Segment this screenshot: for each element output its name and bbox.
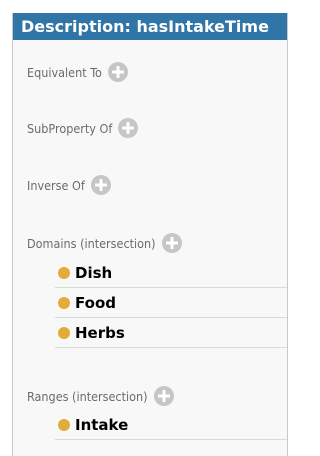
range-item-intake[interactable]: Intake (55, 410, 287, 440)
section-label: Inverse Of (27, 177, 85, 193)
section-label: SubProperty Of (27, 120, 113, 136)
domain-item-food[interactable]: Food (55, 288, 287, 318)
add-inverse-of-button[interactable] (90, 175, 111, 195)
plus-icon (122, 122, 135, 134)
add-domain-button[interactable] (161, 233, 182, 253)
class-icon (58, 326, 70, 339)
description-panel: Description: hasIntakeTime Equivalent To… (12, 13, 288, 456)
plus-icon (157, 390, 170, 402)
plus-icon (94, 179, 107, 191)
add-equivalent-to-button[interactable] (107, 62, 128, 82)
plus-icon (165, 237, 178, 249)
domain-item-dish[interactable]: Dish (55, 258, 287, 288)
domain-item-label: Food (75, 293, 116, 312)
class-icon (58, 418, 70, 431)
section-ranges: Ranges (intersection) (27, 386, 174, 406)
section-inverse-of: Inverse Of (27, 175, 111, 195)
section-label: Ranges (intersection) (27, 388, 148, 404)
section-label: Domains (intersection) (27, 235, 156, 251)
section-equivalent-to: Equivalent To (27, 62, 128, 82)
add-subproperty-of-button[interactable] (118, 118, 139, 138)
section-domains: Domains (intersection) (27, 233, 182, 253)
panel-title: Description: hasIntakeTime (13, 13, 287, 40)
domain-item-herbs[interactable]: Herbs (55, 318, 287, 348)
domain-item-label: Dish (75, 263, 113, 282)
plus-icon (111, 66, 124, 78)
range-item-label: Intake (75, 415, 129, 434)
domain-item-label: Herbs (75, 323, 125, 342)
class-icon (58, 296, 70, 309)
section-subproperty-of: SubProperty Of (27, 118, 139, 138)
section-label: Equivalent To (27, 64, 102, 80)
class-icon (58, 266, 70, 279)
add-range-button[interactable] (153, 386, 174, 406)
